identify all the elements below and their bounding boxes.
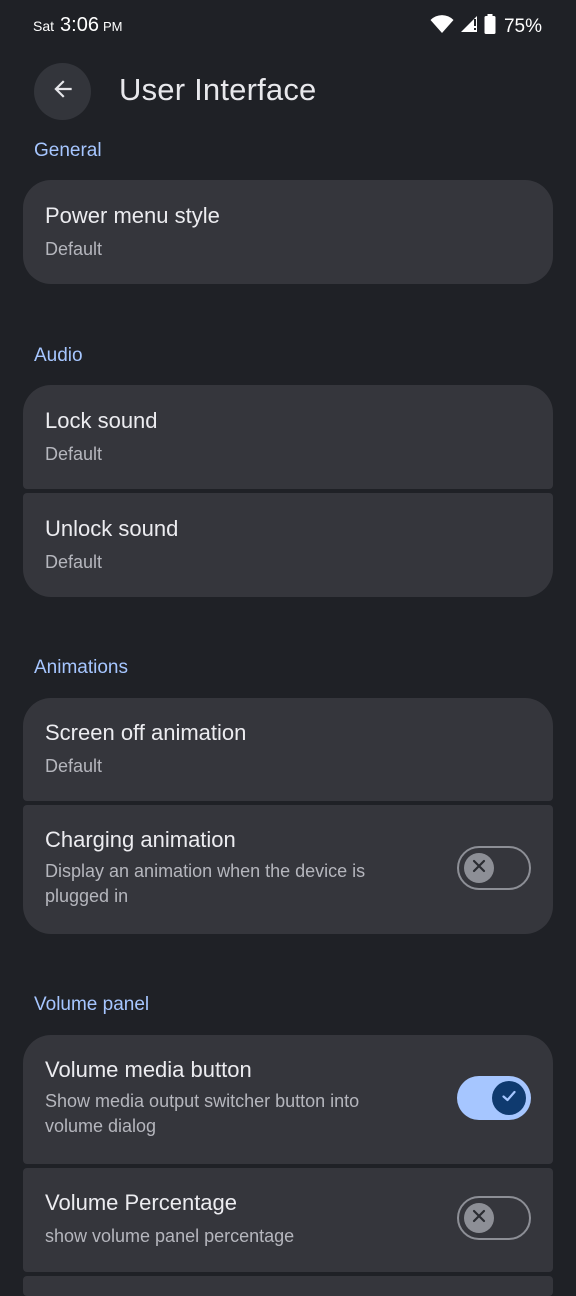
volume-media-button-item[interactable]: Volume media button Show media output sw…	[23, 1035, 553, 1164]
volume-percentage-item[interactable]: Volume Percentage show volume panel perc…	[23, 1168, 553, 1272]
toggle-knob	[492, 1081, 526, 1115]
screen-off-animation-item[interactable]: Screen off animation Default	[23, 698, 553, 801]
signal-icon	[460, 15, 478, 38]
item-subtitle: Show media output switcher button into v…	[45, 1091, 360, 1136]
item-subtitle: Default	[45, 756, 103, 776]
close-icon	[472, 1209, 486, 1228]
section-header-volume-panel: Volume panel	[34, 994, 150, 1015]
charging-animation-item[interactable]: Charging animation Display an animation …	[23, 805, 553, 934]
back-button[interactable]	[34, 63, 91, 120]
section-header-general: General	[34, 140, 102, 161]
status-time: 3:06	[60, 14, 99, 36]
item-title: Power menu style	[45, 203, 220, 228]
item-subtitle: Display an animation when the device is …	[45, 861, 366, 906]
item-subtitle: Default	[45, 239, 103, 259]
status-ampm: PM	[102, 19, 123, 34]
section-header-audio: Audio	[34, 345, 83, 366]
item-title: Lock sound	[45, 408, 158, 433]
item-title: Unlock sound	[45, 516, 179, 541]
status-day: Sat	[33, 18, 55, 34]
item-subtitle: Default	[45, 552, 103, 572]
power-menu-style-item[interactable]: Power menu style Default	[23, 180, 553, 284]
section-header-animations: Animations	[34, 657, 128, 678]
item-title: Screen off animation	[45, 720, 247, 745]
volume-percentage-toggle[interactable]	[457, 1196, 531, 1240]
unlock-sound-item[interactable]: Unlock sound Default	[23, 493, 553, 597]
toggle-knob	[464, 853, 494, 883]
item-subtitle: Default	[45, 444, 103, 464]
status-clock: Sat 3:06 PM	[33, 14, 122, 37]
next-list-item[interactable]	[23, 1276, 553, 1296]
close-icon	[472, 859, 486, 878]
status-bar: Sat 3:06 PM 75%	[0, 0, 576, 54]
toggle-knob	[464, 1203, 494, 1233]
charging-animation-toggle[interactable]	[457, 846, 531, 890]
battery-icon	[484, 14, 496, 39]
arrow-back-icon	[50, 76, 76, 107]
wifi-icon	[430, 14, 454, 39]
battery-percentage: 75%	[503, 15, 542, 37]
status-icons: 75%	[430, 14, 542, 39]
check-icon	[500, 1087, 518, 1110]
volume-media-button-toggle[interactable]	[457, 1076, 531, 1120]
page-title: User Interface	[119, 72, 317, 107]
lock-sound-item[interactable]: Lock sound Default	[23, 385, 553, 489]
app-bar: User Interface	[0, 58, 576, 126]
